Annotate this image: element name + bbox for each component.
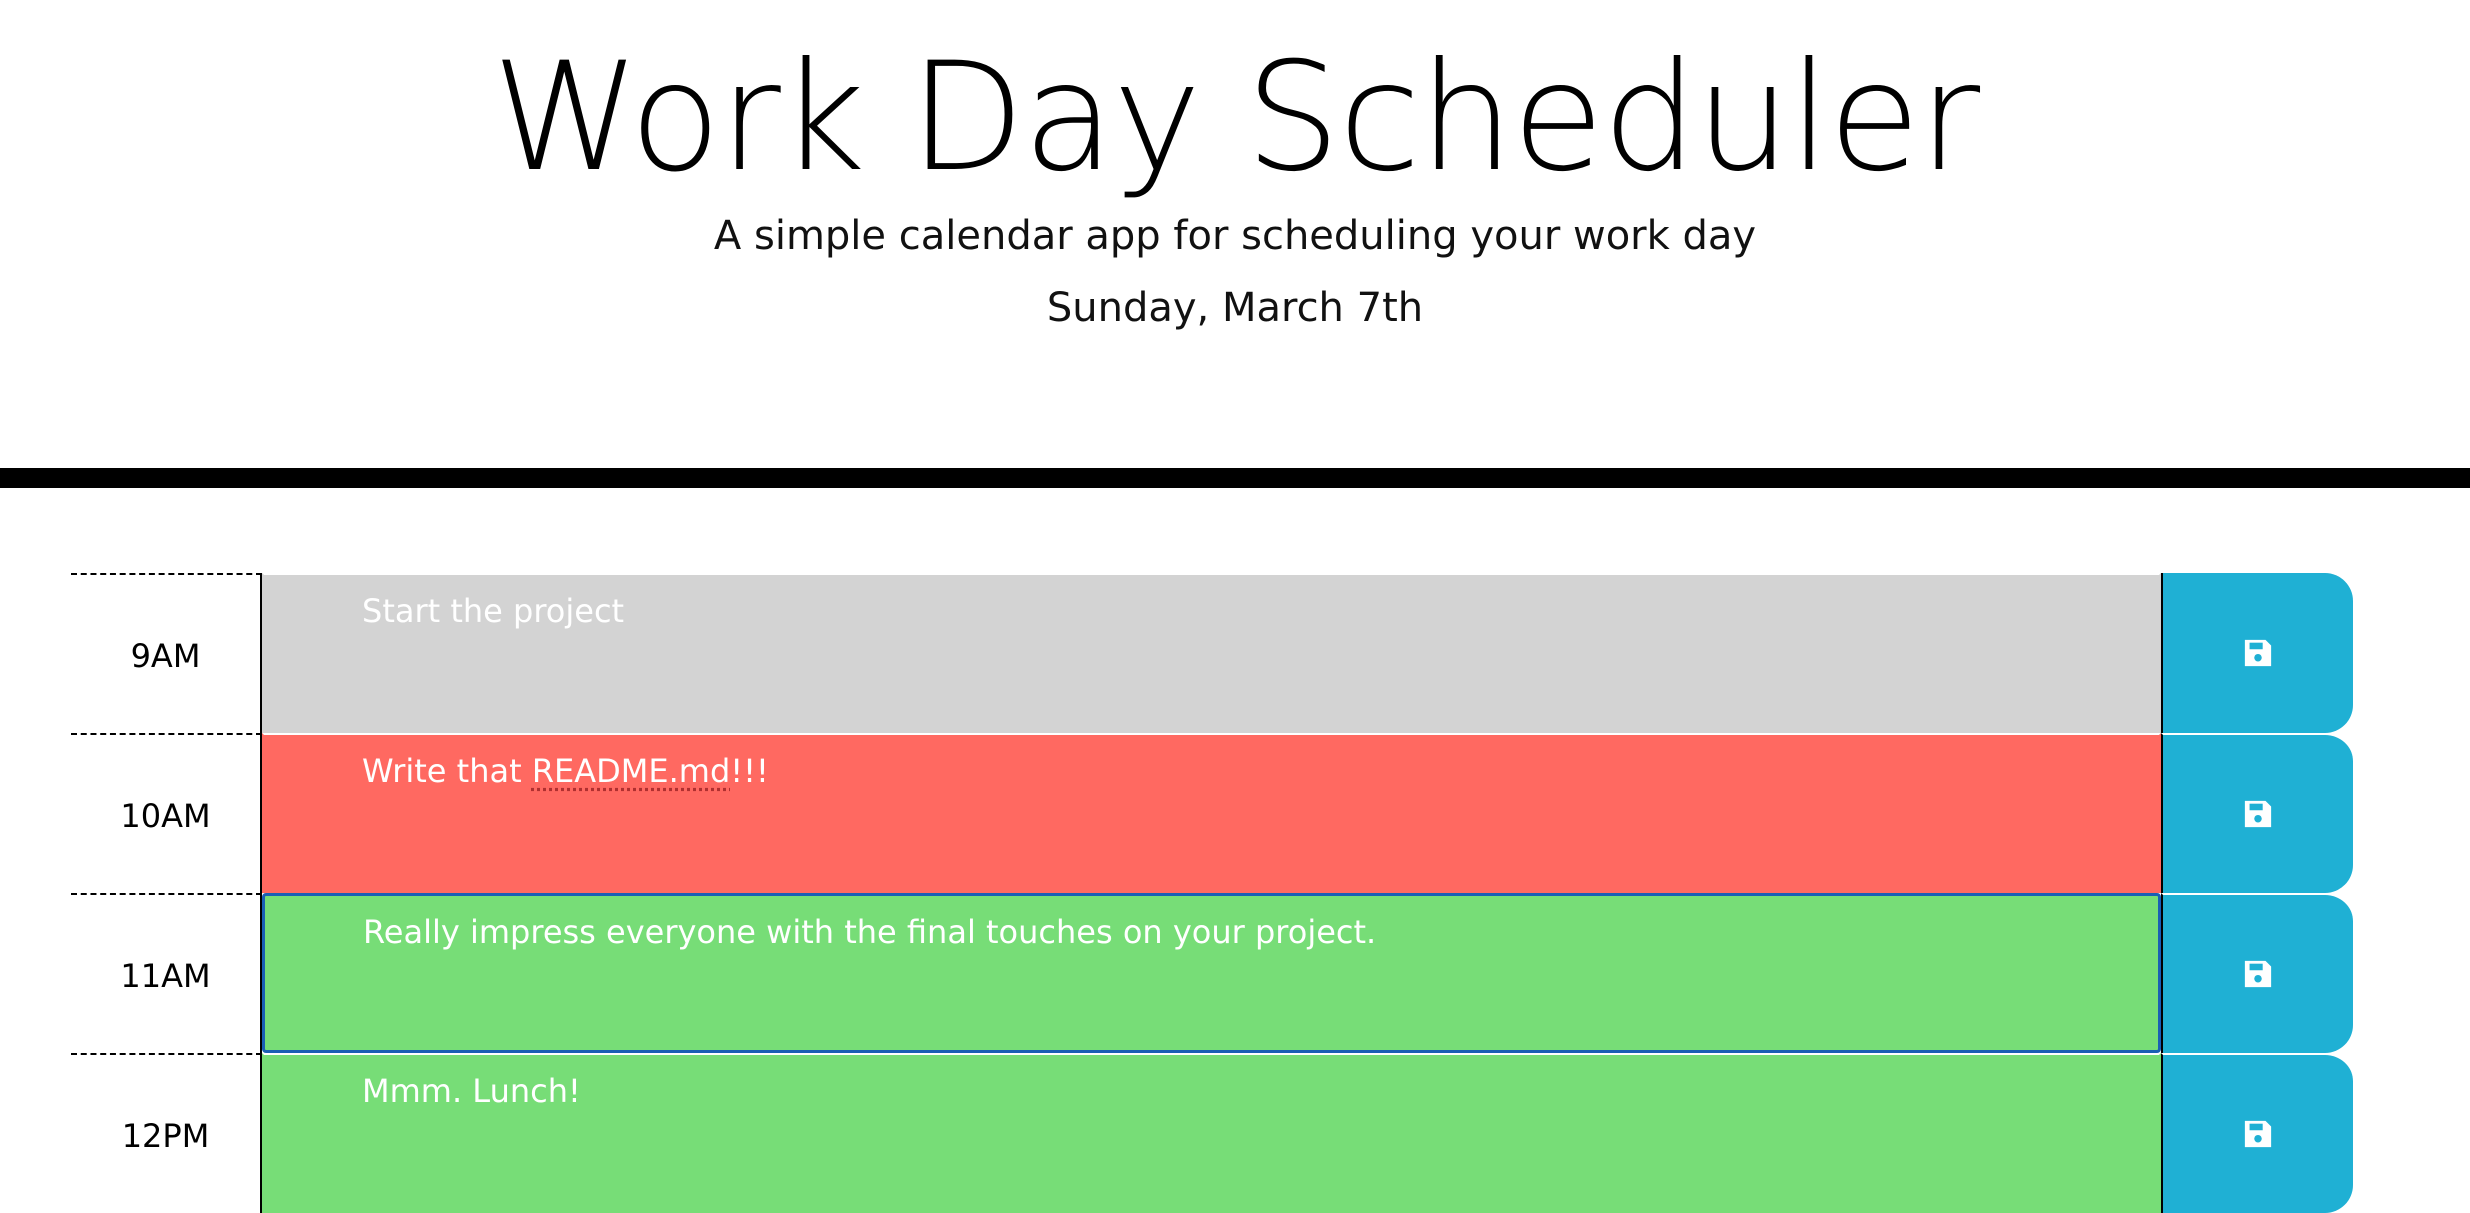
time-block-10am: 10AM Write that README.md!!! <box>71 733 2353 893</box>
description-text: Write that <box>362 752 532 790</box>
time-block-9am: 9AM Start the project <box>71 573 2353 733</box>
header-jumbotron: Work Day Scheduler A simple calendar app… <box>0 0 2470 488</box>
floppy-disk-icon <box>2244 960 2272 988</box>
floppy-disk-icon <box>2244 800 2272 828</box>
save-button[interactable] <box>2161 733 2353 893</box>
page-subtitle: A simple calendar app for scheduling you… <box>713 213 1757 259</box>
save-button[interactable] <box>2161 893 2353 1053</box>
description-textarea[interactable]: Mmm. Lunch! <box>262 1053 2161 1213</box>
description-textarea[interactable]: Write that README.md!!! <box>262 733 2161 893</box>
floppy-disk-icon <box>2244 639 2272 667</box>
description-textarea[interactable]: Really impress everyone with the final t… <box>262 893 2161 1053</box>
hour-label: 11AM <box>71 893 262 1053</box>
hour-label: 12PM <box>71 1053 262 1213</box>
hour-label: 9AM <box>71 573 262 733</box>
scheduler-container: 9AM Start the project 10AM Write that RE… <box>71 573 2353 1213</box>
page-title: Work Day Scheduler <box>491 31 1980 205</box>
hour-label: 10AM <box>71 733 262 893</box>
description-textarea[interactable]: Start the project <box>262 573 2161 733</box>
description-text: !!! <box>730 752 769 790</box>
time-block-12pm: 12PM Mmm. Lunch! <box>71 1053 2353 1213</box>
save-button[interactable] <box>2161 1053 2353 1213</box>
floppy-disk-icon <box>2244 1120 2272 1148</box>
time-block-11am: 11AM Really impress everyone with the fi… <box>71 893 2353 1053</box>
spellcheck-word: README.md <box>531 752 731 790</box>
save-button[interactable] <box>2161 573 2353 733</box>
current-day: Sunday, March 7th <box>1046 285 1424 331</box>
